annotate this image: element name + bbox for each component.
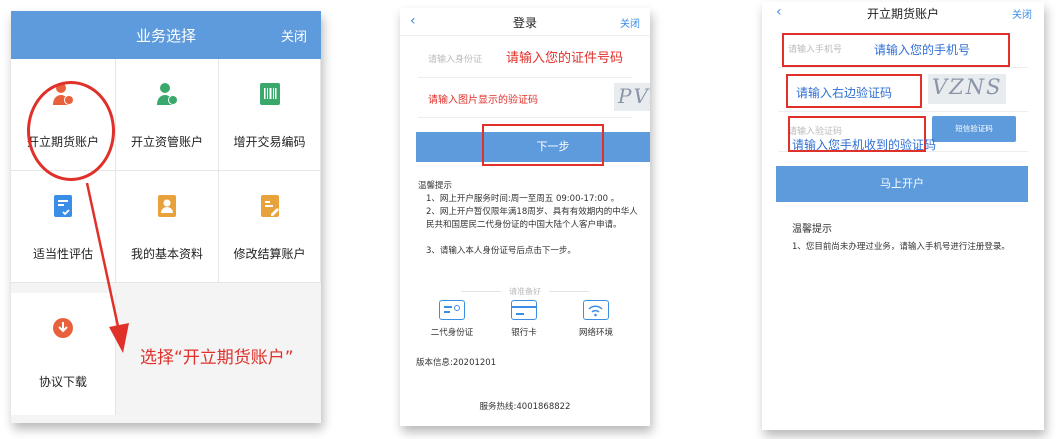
highlight-circle bbox=[27, 81, 115, 181]
page-title: 登录 bbox=[512, 16, 537, 30]
barcode-icon bbox=[259, 83, 280, 105]
tile-modify-settlement-account[interactable]: 修改结算账户 bbox=[219, 171, 321, 283]
profile-card-icon bbox=[158, 195, 176, 217]
checklist-icon bbox=[54, 195, 72, 217]
nav-header: ‹ 登录 关闭 bbox=[400, 8, 650, 36]
ready-divider: 请准备好 bbox=[400, 286, 650, 297]
edit-account-icon bbox=[260, 195, 279, 217]
captcha-field[interactable]: 请输入图片显示的验证码 PVES bbox=[418, 78, 650, 118]
tips-item-1: 1、您目前尚未办理过业务，请输入手机号进行注册登录。 bbox=[792, 242, 1010, 252]
ready-item-bank-card: 银行卡 bbox=[494, 300, 554, 338]
id-number-placeholder: 请输入身份证 bbox=[428, 55, 483, 65]
sms-code-hint: 请输入您手机收到的验证码 bbox=[792, 138, 937, 152]
wifi-icon bbox=[583, 300, 609, 320]
tile-label: 开立资管账户 bbox=[130, 135, 203, 149]
top-bar: 业务选择 关闭 bbox=[11, 11, 321, 59]
tips-item-3: 3、请输入本人身份证号后点击下一步。 bbox=[426, 246, 576, 256]
download-icon bbox=[53, 318, 73, 338]
close-button[interactable]: 关闭 bbox=[1012, 6, 1032, 21]
annotation-text: 选择“开立期货账户” bbox=[140, 348, 294, 368]
ready-item-network: 网络环境 bbox=[566, 300, 626, 338]
tile-label: 增开交易编码 bbox=[233, 135, 306, 149]
ready-item-label: 二代身份证 bbox=[430, 328, 474, 338]
id-number-field[interactable]: 请输入身份证 请输入您的证件号码 bbox=[418, 36, 632, 78]
ready-item-id-card: 二代身份证 bbox=[422, 300, 482, 338]
login-screen: ‹ 登录 关闭 请输入身份证 请输入您的证件号码 请输入图片显示的验证码 PVE… bbox=[400, 8, 650, 426]
bank-card-icon bbox=[511, 300, 537, 320]
tile-label: 修改结算账户 bbox=[233, 247, 306, 261]
close-button[interactable]: 关闭 bbox=[281, 26, 307, 45]
id-card-icon bbox=[439, 300, 465, 320]
page-title: 开立期货账户 bbox=[866, 7, 939, 21]
person-money-icon bbox=[157, 83, 178, 105]
open-account-button[interactable]: 马上开户 bbox=[776, 166, 1028, 202]
captcha-hint: 请输入图片显示的验证码 bbox=[428, 95, 538, 106]
ready-item-label: 银行卡 bbox=[511, 328, 537, 338]
tile-add-trading-code[interactable]: 增开交易编码 bbox=[219, 59, 321, 171]
id-number-hint: 请输入您的证件号码 bbox=[506, 51, 624, 66]
version-info: 版本信息:20201201 bbox=[416, 358, 497, 368]
tips-title: 温馨提示 bbox=[418, 181, 453, 191]
tips-item-1: 1、网上开户服务时间:周一至周五 09:00-17:00 。 bbox=[426, 194, 620, 204]
page-title: 业务选择 bbox=[135, 27, 196, 45]
tutorial-canvas: 业务选择 关闭 开立期货账户 开立资管账户 增开交易编码 适当性评估 我的基本资… bbox=[0, 0, 1063, 439]
nav-header: ‹ 开立期货账户 关闭 bbox=[762, 2, 1044, 26]
sms-code-button[interactable]: 短信验证码 bbox=[932, 116, 1016, 142]
tile-open-asset-mgmt-account[interactable]: 开立资管账户 bbox=[116, 59, 219, 171]
tips-title: 温馨提示 bbox=[792, 224, 832, 235]
service-hotline[interactable]: 服务热线:4001868822 bbox=[400, 400, 650, 412]
tile-label: 协议下载 bbox=[38, 375, 87, 389]
annotation-arrow bbox=[85, 182, 129, 353]
ready-item-label: 网络环境 bbox=[578, 328, 613, 338]
captcha-hint: 请输入右边验证码 bbox=[796, 86, 893, 100]
phone-hint: 请输入您的手机号 bbox=[874, 43, 971, 57]
open-account-screen: ‹ 开立期货账户 关闭 请输入手机号 请输入您的手机号 VZNS 请输入右边验证… bbox=[762, 2, 1044, 430]
close-button[interactable]: 关闭 bbox=[620, 15, 640, 30]
captcha-image[interactable]: VZNS bbox=[928, 74, 1006, 104]
business-select-screen: 业务选择 关闭 开立期货账户 开立资管账户 增开交易编码 适当性评估 我的基本资… bbox=[11, 11, 321, 423]
captcha-image[interactable]: PVES bbox=[614, 83, 650, 111]
highlight-box bbox=[482, 124, 604, 166]
tips-item-2: 2、网上开户暂仅限年满18周岁、具有有效期内的中华人民共和国居民二代身份证的中国… bbox=[426, 207, 638, 230]
